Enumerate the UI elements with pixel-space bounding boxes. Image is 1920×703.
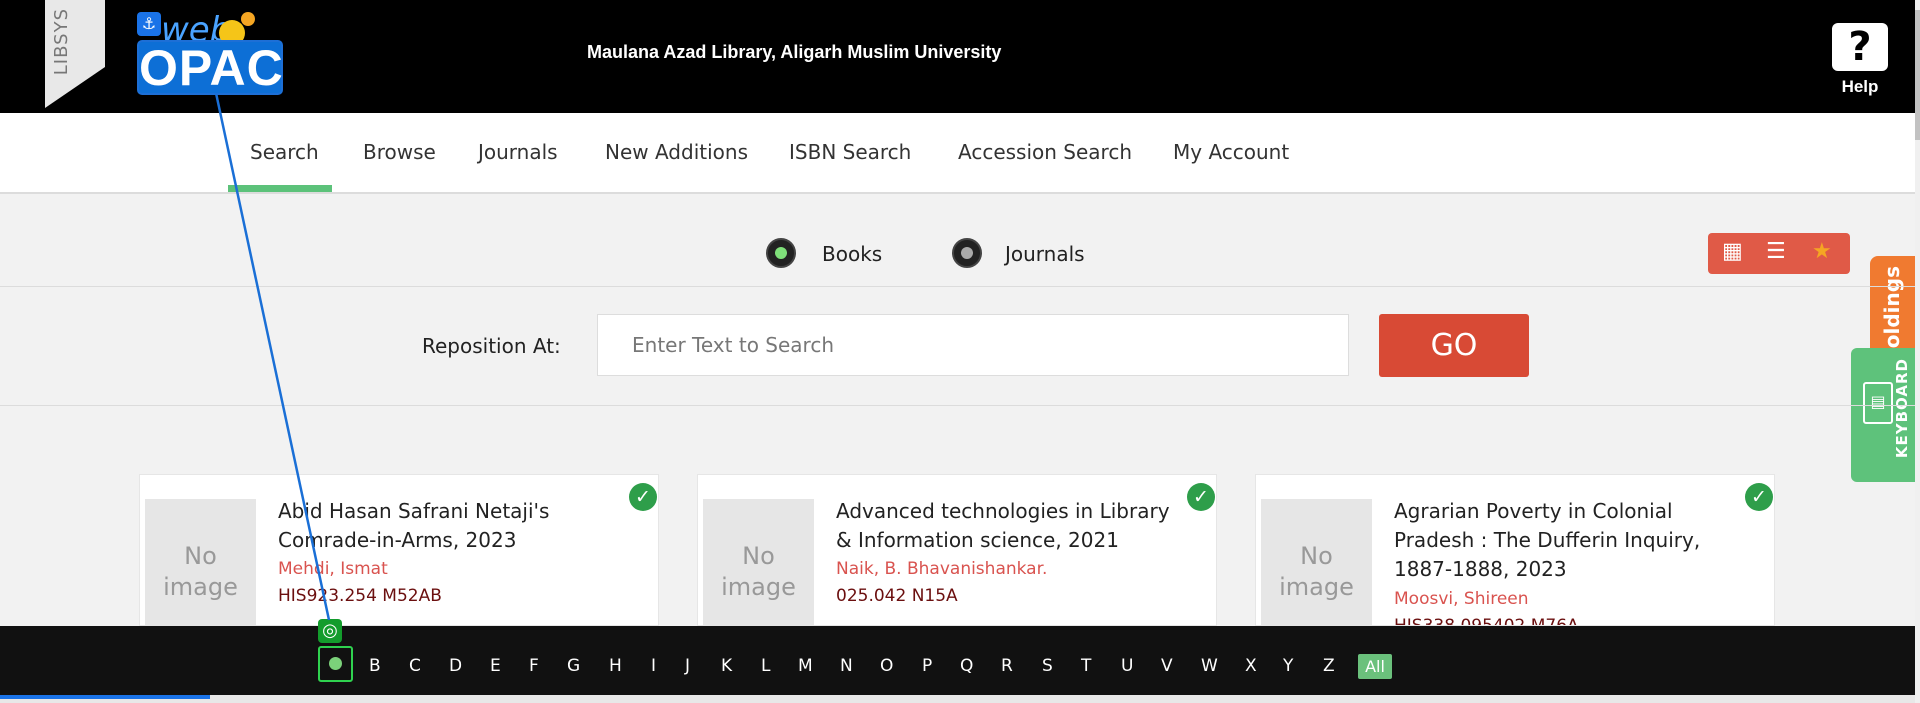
material-type-selector: Books Journals — [0, 225, 1920, 285]
anchor-icon: ⚓ — [137, 12, 161, 36]
main-nav: Search Browse Journals New Additions ISB… — [0, 113, 1915, 194]
alpha-letter-k[interactable]: K — [721, 656, 732, 676]
no-image-placeholder: No image — [1261, 499, 1372, 625]
alpha-letter-x[interactable]: X — [1245, 656, 1257, 676]
result-call-number: 025.042 N15A — [836, 586, 958, 606]
view-toggle-group: ▦ ☰ ★ — [1708, 233, 1850, 274]
alpha-letter-g[interactable]: G — [567, 656, 580, 676]
alpha-letter-e[interactable]: E — [490, 656, 501, 676]
alpha-letter-s[interactable]: S — [1042, 656, 1053, 676]
active-tab-indicator — [228, 185, 332, 192]
result-title[interactable]: Advanced technologies in Library & Infor… — [836, 497, 1181, 555]
progress-strip — [0, 695, 1915, 703]
tab-my-account[interactable]: My Account — [1173, 140, 1289, 164]
alpha-letter-j[interactable]: J — [685, 656, 690, 676]
no-image-placeholder: No image — [145, 499, 256, 625]
alpha-letter-n[interactable]: N — [840, 656, 853, 676]
tab-journals[interactable]: Journals — [478, 140, 558, 164]
alpha-letter-l[interactable]: L — [761, 656, 770, 676]
result-author[interactable]: Mehdi, Ismat — [278, 559, 388, 579]
alpha-letter-h[interactable]: H — [609, 656, 622, 676]
radio-journals[interactable] — [952, 238, 982, 268]
list-view-icon[interactable]: ☰ — [1766, 239, 1786, 264]
result-author[interactable]: Naik, B. Bhavanishankar. — [836, 559, 1047, 579]
alpha-letter-w[interactable]: W — [1201, 656, 1218, 676]
scrollbar-thumb[interactable] — [1915, 10, 1920, 140]
alpha-letter-c[interactable]: C — [409, 656, 421, 676]
alpha-letter-q[interactable]: Q — [960, 656, 973, 676]
tab-browse[interactable]: Browse — [363, 140, 436, 164]
keyboard-label: KEYBOARD — [1893, 358, 1911, 459]
library-title: Maulana Azad Library, Aligarh Muslim Uni… — [587, 42, 1002, 62]
progress-bar — [0, 695, 210, 699]
result-card[interactable]: No image Advanced technologies in Librar… — [697, 474, 1217, 626]
result-card[interactable]: No image Agrarian Poverty in Colonial Pr… — [1255, 474, 1775, 626]
logo-opac-text: OPAC — [137, 40, 284, 96]
reposition-label: Reposition At: — [422, 334, 561, 358]
target-icon: ◎ — [318, 619, 342, 643]
grid-view-icon[interactable]: ▦ — [1722, 239, 1743, 264]
vertical-scrollbar[interactable] — [1915, 0, 1920, 703]
reposition-input[interactable] — [597, 314, 1349, 376]
alpha-letter-y[interactable]: Y — [1283, 656, 1293, 676]
result-call-number: HIS923.254 M52AB — [278, 586, 442, 606]
result-call-number: HIS338.095402 M76A — [1394, 616, 1579, 626]
radio-unselected-dot — [961, 247, 973, 259]
alpha-letter-b[interactable]: B — [369, 656, 381, 676]
alpha-all-button[interactable]: All — [1358, 654, 1392, 679]
go-button[interactable]: GO — [1379, 314, 1529, 377]
result-author[interactable]: Moosvi, Shireen — [1394, 589, 1529, 609]
help-button[interactable]: ? Help — [1832, 23, 1888, 97]
tab-new-additions[interactable]: New Additions — [605, 140, 748, 164]
tab-accession-search[interactable]: Accession Search — [958, 140, 1132, 164]
alpha-letter-t[interactable]: T — [1081, 656, 1091, 676]
alpha-letter-f[interactable]: F — [529, 656, 539, 676]
libsys-ribbon: LIBSYS — [45, 0, 105, 108]
libsys-label: LIBSYS — [51, 8, 72, 76]
alpha-letter-i[interactable]: I — [651, 656, 656, 676]
question-icon: ? — [1832, 23, 1888, 71]
alpha-letter-d[interactable]: D — [449, 656, 462, 676]
tab-isbn-search[interactable]: ISBN Search — [789, 140, 911, 164]
alpha-letter-o[interactable]: O — [880, 656, 893, 676]
divider — [0, 286, 1915, 287]
alpha-selected-icon — [329, 657, 342, 670]
alpha-letter-r[interactable]: R — [1001, 656, 1013, 676]
available-check-icon: ✓ — [1187, 483, 1215, 511]
no-image-placeholder: No image — [703, 499, 814, 625]
alpha-letter-p[interactable]: P — [922, 656, 932, 676]
result-title[interactable]: Agrarian Poverty in Colonial Pradesh : T… — [1394, 497, 1739, 584]
help-label: Help — [1841, 77, 1879, 96]
result-card[interactable]: No image Abid Hasan Safrani Netaji's Com… — [139, 474, 659, 626]
alpha-letter-u[interactable]: U — [1121, 656, 1133, 676]
logo-dot-icon — [241, 12, 255, 26]
alpha-a-button[interactable] — [318, 646, 353, 682]
result-title[interactable]: Abid Hasan Safrani Netaji's Comrade-in-A… — [278, 497, 623, 555]
tab-search[interactable]: Search — [250, 140, 319, 164]
radio-selected-dot — [775, 247, 787, 259]
radio-journals-label[interactable]: Journals — [1005, 242, 1085, 266]
radio-books[interactable] — [766, 238, 796, 268]
web-opac-logo[interactable]: ⚓ web OPAC — [137, 10, 284, 96]
header-bar: LIBSYS ⚓ web OPAC Maulana Azad Library, … — [0, 0, 1915, 113]
divider — [0, 405, 1915, 406]
available-check-icon: ✓ — [1745, 483, 1773, 511]
alpha-letter-m[interactable]: M — [798, 656, 813, 676]
favourites-icon[interactable]: ★ — [1812, 239, 1832, 264]
radio-books-label[interactable]: Books — [822, 242, 882, 266]
alpha-letter-z[interactable]: Z — [1323, 656, 1335, 676]
keyboard-tab[interactable]: ▤ KEYBOARD — [1851, 348, 1915, 482]
available-check-icon: ✓ — [629, 483, 657, 511]
alphabet-filter-bar: B C D E F G H I J K L M N O P Q R S T U … — [0, 626, 1915, 695]
keyboard-icon: ▤ — [1863, 382, 1893, 424]
alpha-letter-v[interactable]: V — [1161, 656, 1173, 676]
